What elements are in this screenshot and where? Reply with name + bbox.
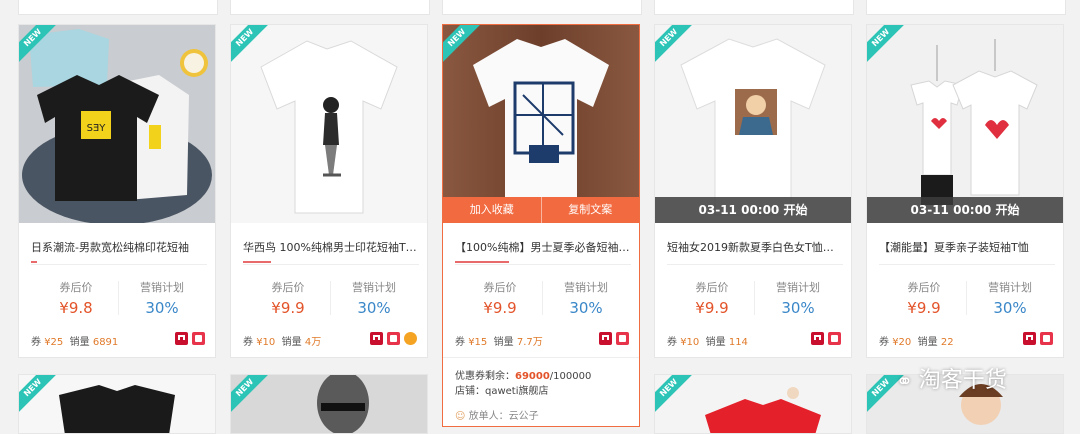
coupon-price-value: ¥9.9	[695, 299, 729, 317]
coupon-price-value: ¥9.9	[907, 299, 941, 317]
product-image[interactable]: NEW 03-11 00:00 开始	[655, 25, 851, 223]
product-image[interactable]: SƎY NEW	[19, 25, 215, 223]
prev-row-card-bottom	[230, 0, 430, 15]
column-divider	[966, 281, 967, 315]
tmall-icon[interactable]	[175, 332, 188, 345]
tmall-icon[interactable]	[1023, 332, 1036, 345]
platform-icons	[1023, 332, 1053, 345]
start-time-banner: 03-11 00:00 开始	[867, 197, 1063, 223]
marketing-plan-value: 30%	[569, 299, 603, 317]
product-title[interactable]: 短袖女2019新款夏季白色女T恤宽...	[667, 239, 843, 255]
divider	[443, 357, 639, 358]
marketing-plan-value: 30%	[993, 299, 1027, 317]
marketing-plan-label: 营销计划	[776, 281, 820, 294]
coupon-price-value: ¥9.8	[59, 299, 93, 317]
product-card[interactable]: NEW	[654, 374, 852, 434]
product-title[interactable]: 日系潮流-男款宽松纯棉印花短袖	[31, 239, 207, 255]
watermark: ⚭ 淘客干货	[896, 366, 1072, 396]
coupon-price-value: ¥9.9	[483, 299, 517, 317]
coupon-price-label: 券后价	[483, 281, 517, 294]
product-title[interactable]: 【潮能量】夏季亲子装短袖T恤	[879, 239, 1055, 255]
product-card-active[interactable]: NEW 加入收藏 复制文案 【100%纯棉】男士夏季必备短袖T恤 券后价 营销计…	[442, 24, 640, 427]
marketing-plan-label: 营销计划	[140, 281, 184, 294]
coupon-sales-row: 券 ¥20 销量 22	[879, 337, 954, 348]
prev-row-card-bottom	[442, 0, 642, 15]
product-title[interactable]: 【100%纯棉】男士夏季必备短袖T恤	[455, 239, 631, 255]
svg-text:SƎY: SƎY	[87, 123, 107, 134]
prev-row-card-bottom	[18, 0, 218, 15]
tmall-icon[interactable]	[370, 332, 383, 345]
start-time-banner: 03-11 00:00 开始	[655, 197, 851, 223]
taobao-icon[interactable]	[828, 332, 841, 345]
emoji-icon[interactable]	[404, 332, 417, 345]
add-favorite-button[interactable]: 加入收藏	[443, 197, 541, 223]
platform-icons	[370, 332, 417, 345]
product-card[interactable]: NEW	[18, 374, 216, 434]
column-divider	[118, 281, 119, 315]
wechat-icon: ⚭	[896, 369, 913, 393]
marketing-plan-value: 30%	[145, 299, 179, 317]
coupon-remaining: 优惠券剩余：69000/100000	[455, 371, 592, 382]
prev-row-card-bottom	[654, 0, 854, 15]
divider	[243, 264, 419, 265]
marketing-plan-label: 营销计划	[564, 281, 608, 294]
promoter: ☺ 放单人：云公子	[455, 411, 539, 422]
platform-icons	[811, 332, 841, 345]
copy-text-button[interactable]: 复制文案	[540, 197, 640, 223]
user-icon: ☺	[455, 411, 466, 422]
coupon-price-label: 券后价	[695, 281, 729, 294]
product-card[interactable]: SƎY NEW 日系潮流-男款宽松纯棉印花短袖 券后价 营销计划 ¥9.8 30…	[18, 24, 216, 358]
prev-row-card-bottom	[866, 0, 1066, 15]
coupon-sales-row: 券 ¥10 销量 4万	[243, 337, 322, 348]
coupon-price-label: 券后价	[907, 281, 941, 294]
product-image[interactable]: NEW	[231, 25, 427, 223]
product-card[interactable]: NEW 华西鸟 100%纯棉男士印花短袖T恤... 券后价 营销计划 ¥9.9 …	[230, 24, 428, 358]
product-card[interactable]: NEW	[230, 374, 428, 434]
coupon-price-value: ¥9.9	[271, 299, 305, 317]
shop-name[interactable]: 店铺：qaweti旗舰店	[455, 382, 549, 397]
column-divider	[754, 281, 755, 315]
marketing-plan-value: 30%	[357, 299, 391, 317]
tmall-icon[interactable]	[811, 332, 824, 345]
product-image[interactable]: NEW	[443, 25, 639, 223]
product-card[interactable]: NEW 03-11 00:00 开始 【潮能量】夏季亲子装短袖T恤 券后价 营销…	[866, 24, 1064, 358]
marketing-plan-value: 30%	[781, 299, 815, 317]
marketing-plan-label: 营销计划	[988, 281, 1032, 294]
taobao-icon[interactable]	[192, 332, 205, 345]
product-title[interactable]: 华西鸟 100%纯棉男士印花短袖T恤...	[243, 239, 419, 255]
divider	[455, 264, 631, 265]
platform-icons	[175, 332, 205, 345]
coupon-sales-row: 券 ¥15 销量 7.7万	[455, 337, 543, 348]
taobao-icon[interactable]	[616, 332, 629, 345]
column-divider	[330, 281, 331, 315]
tmall-icon[interactable]	[599, 332, 612, 345]
divider	[667, 264, 843, 265]
platform-icons	[599, 332, 629, 345]
title-underline	[243, 261, 271, 263]
taobao-icon[interactable]	[1040, 332, 1053, 345]
coupon-price-label: 券后价	[271, 281, 305, 294]
divider	[879, 264, 1055, 265]
taobao-icon[interactable]	[387, 332, 400, 345]
marketing-plan-label: 营销计划	[352, 281, 396, 294]
column-divider	[542, 281, 543, 315]
product-image[interactable]: NEW 03-11 00:00 开始	[867, 25, 1063, 223]
coupon-price-label: 券后价	[59, 281, 93, 294]
title-underline	[31, 261, 37, 263]
coupon-sales-row: 券 ¥25 销量 6891	[31, 337, 119, 348]
title-underline	[455, 261, 509, 263]
card-action-bar: 加入收藏 复制文案	[443, 197, 639, 223]
coupon-sales-row: 券 ¥10 销量 114	[667, 337, 748, 348]
product-card[interactable]: NEW 03-11 00:00 开始 短袖女2019新款夏季白色女T恤宽... …	[654, 24, 852, 358]
divider	[31, 264, 207, 265]
